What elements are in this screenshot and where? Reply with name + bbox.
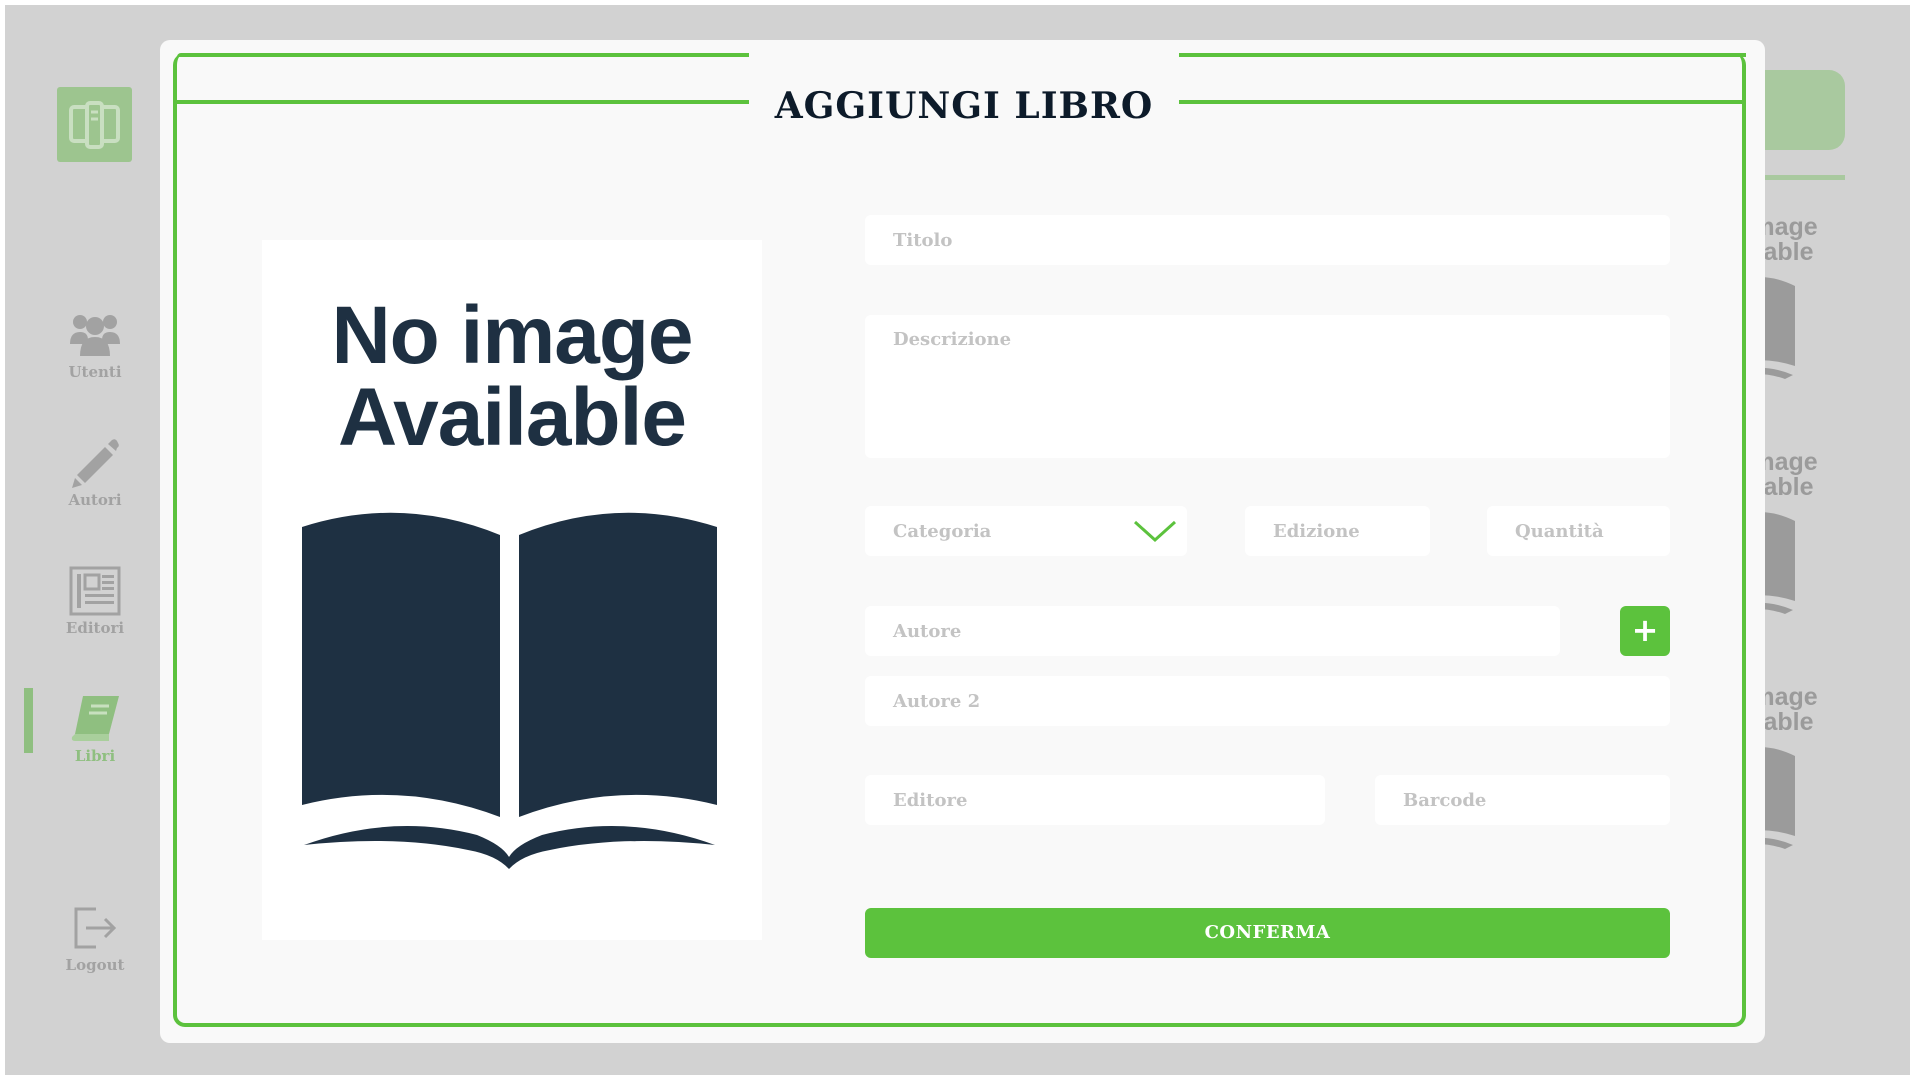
sidebar-item-editori[interactable]: Editori — [35, 563, 155, 637]
book-icon — [71, 696, 119, 741]
sidebar-item-label: Editori — [65, 619, 125, 637]
edizione-field[interactable]: Edizione — [1245, 506, 1430, 556]
quantita-field[interactable]: Quantità — [1487, 506, 1670, 556]
chevron-down-icon — [1133, 520, 1177, 543]
modal-frame-top — [1179, 53, 1746, 57]
app-window: Utenti Autori Editori Libri Logout mage … — [5, 5, 1910, 1075]
app-logo — [57, 87, 132, 162]
pencil-icon — [72, 439, 119, 488]
card-text: lable — [1756, 708, 1814, 736]
newspaper-icon — [69, 566, 121, 616]
modal-frame-top — [177, 53, 749, 57]
sidebar-item-utenti[interactable]: Utenti — [35, 307, 155, 381]
titolo-placeholder: Titolo — [893, 229, 953, 251]
title-rule-right — [1179, 100, 1746, 104]
cover-text: No image — [331, 290, 693, 381]
cover-text: Available — [337, 372, 687, 463]
tablet-book-icon — [69, 101, 120, 149]
descrizione-field[interactable]: Descrizione — [865, 315, 1670, 458]
categoria-placeholder: Categoria — [893, 520, 992, 542]
add-book-modal: AGGIUNGI LIBRO No image Available Titolo … — [160, 40, 1765, 1043]
editore-field[interactable]: Editore — [865, 775, 1325, 825]
autore-field[interactable]: Autore — [865, 606, 1560, 656]
quantita-placeholder: Quantità — [1515, 520, 1604, 542]
modal-title: AGGIUNGI LIBRO — [774, 85, 1154, 127]
sidebar-item-label: Autori — [68, 491, 122, 509]
autore2-field[interactable]: Autore 2 — [865, 676, 1670, 726]
sidebar-item-label: Utenti — [68, 363, 122, 381]
logout-label: Logout — [65, 956, 125, 974]
edizione-placeholder: Edizione — [1273, 520, 1360, 542]
sidebar-item-label: Libri — [74, 747, 116, 765]
descrizione-placeholder: Descrizione — [893, 329, 1012, 350]
editore-placeholder: Editore — [893, 789, 968, 811]
barcode-placeholder: Barcode — [1403, 789, 1487, 811]
autore-placeholder: Autore — [893, 620, 962, 642]
title-rule-left — [177, 100, 749, 104]
card-text: lable — [1756, 238, 1814, 266]
book-cover-image[interactable]: No image Available — [262, 240, 762, 940]
barcode-field[interactable]: Barcode — [1375, 775, 1670, 825]
categoria-select[interactable]: Categoria — [865, 506, 1187, 556]
sidebar-item-autori[interactable]: Autori — [35, 435, 155, 509]
active-indicator — [24, 688, 33, 753]
card-text: lable — [1756, 473, 1814, 501]
open-book-icon — [302, 512, 717, 869]
users-icon — [70, 315, 120, 356]
autore2-placeholder: Autore 2 — [893, 690, 981, 712]
add-author-button[interactable]: + — [1620, 606, 1670, 656]
logout-button[interactable]: Logout — [35, 900, 155, 974]
confirm-button[interactable]: CONFERMA — [865, 908, 1670, 958]
sidebar-item-libri[interactable]: Libri — [35, 691, 155, 765]
logout-icon — [74, 907, 117, 949]
titolo-field[interactable]: Titolo — [865, 215, 1670, 265]
